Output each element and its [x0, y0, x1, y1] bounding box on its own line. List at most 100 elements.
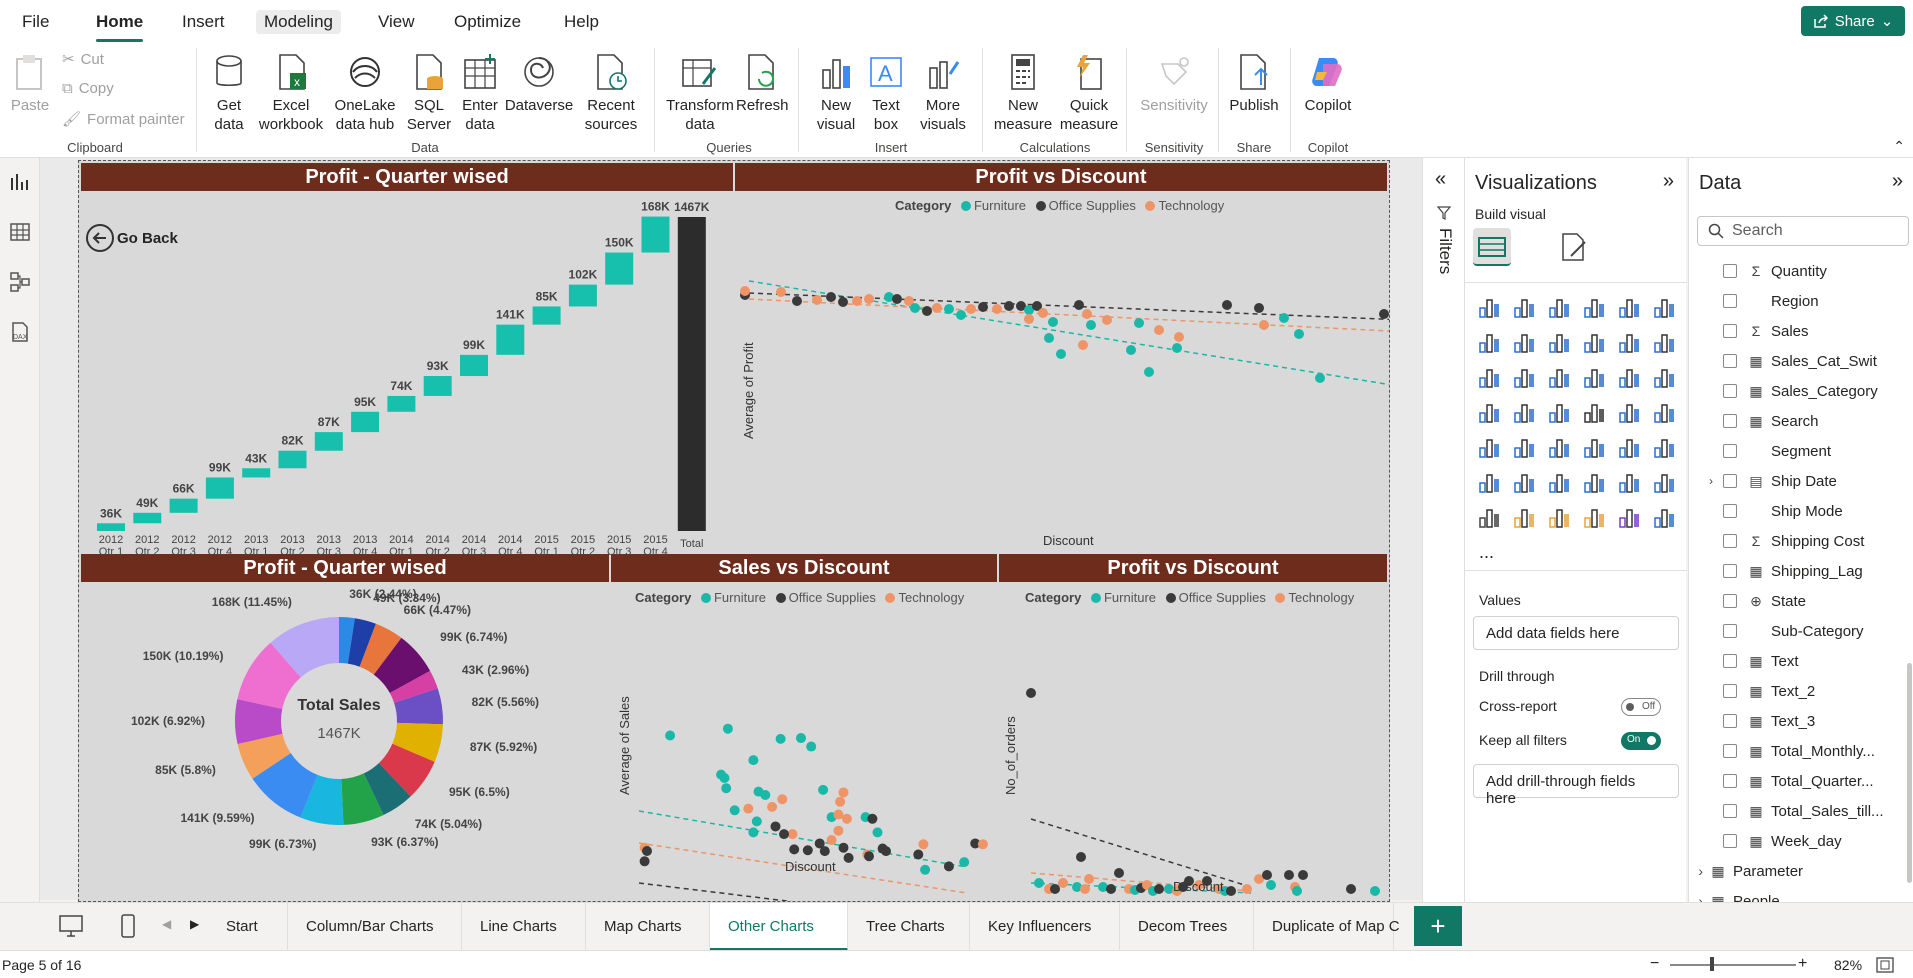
field-checkbox[interactable]	[1723, 804, 1737, 818]
scatter-point[interactable]	[910, 303, 920, 313]
share-button[interactable]: Share ⌄	[1801, 6, 1905, 36]
scatter-point[interactable]	[1024, 314, 1034, 324]
scatter-point[interactable]	[1346, 884, 1356, 894]
transform-data-button[interactable]: Transform data	[664, 52, 736, 134]
field-item[interactable]: ▦ Search	[1689, 406, 1913, 436]
scatter-point[interactable]	[913, 849, 924, 860]
collapse-viz-icon[interactable]: »	[1663, 170, 1674, 193]
scatter-point[interactable]	[922, 306, 932, 316]
scatter-point[interactable]	[1254, 303, 1264, 313]
scatter-point[interactable]	[748, 827, 759, 838]
cut-button[interactable]: ✂ Cut	[62, 50, 104, 69]
scatter-point[interactable]	[770, 821, 781, 832]
excel-workbook-button[interactable]: x Excel workbook	[256, 52, 326, 134]
scatter-point[interactable]	[1078, 340, 1088, 350]
scatter-point[interactable]	[1226, 886, 1236, 896]
field-checkbox[interactable]	[1723, 444, 1737, 458]
scatter-point[interactable]	[1370, 886, 1380, 896]
desktop-view-icon[interactable]	[58, 913, 84, 939]
page-tab[interactable]: Tree Charts	[848, 903, 970, 951]
stacked-bar-visual-icon[interactable]	[1477, 294, 1503, 320]
sql-server-button[interactable]: SQL Server	[404, 52, 454, 134]
funnel-visual-icon[interactable]	[1512, 364, 1538, 390]
scatter-point[interactable]	[1379, 309, 1389, 319]
waterfall-bar[interactable]	[133, 512, 162, 524]
decomp-tree-visual-icon[interactable]	[1512, 469, 1538, 495]
kpi-visual-icon[interactable]	[1477, 434, 1503, 460]
field-item[interactable]: Σ Sales	[1689, 316, 1913, 346]
field-item[interactable]: Σ Shipping Cost	[1689, 526, 1913, 556]
publish-button[interactable]: Publish	[1226, 52, 1282, 115]
qa-visual-icon[interactable]	[1547, 469, 1573, 495]
scatter-point[interactable]	[1084, 874, 1094, 884]
text-box-button[interactable]: A Text box	[864, 52, 908, 134]
page-tab[interactable]: Decom Trees	[1120, 903, 1254, 951]
legend-technology[interactable]: Technology	[1158, 198, 1224, 213]
waterfall-bar[interactable]	[314, 432, 343, 451]
scatter-point[interactable]	[642, 846, 652, 856]
paste-button[interactable]: Paste	[10, 52, 50, 115]
scatter-point[interactable]	[943, 861, 954, 872]
report-view-icon[interactable]	[8, 170, 32, 194]
legend-technology[interactable]: Technology	[898, 590, 964, 605]
scatter-point[interactable]	[1074, 300, 1084, 310]
treemap-visual-icon[interactable]	[1652, 364, 1678, 390]
enter-data-button[interactable]: Enter data	[458, 52, 502, 134]
field-item[interactable]: ▦ Shipping_Lag	[1689, 556, 1913, 586]
more-visual-visual-icon[interactable]	[1582, 504, 1608, 530]
narrative-visual-icon[interactable]	[1582, 469, 1608, 495]
page-tab[interactable]: Map Charts	[586, 903, 710, 951]
scatter-point[interactable]	[1266, 880, 1276, 890]
pie-visual-icon[interactable]	[1582, 364, 1608, 390]
dax-query-icon[interactable]: DAX	[8, 320, 32, 344]
field-item[interactable]: ▦ Sales_Cat_Swit	[1689, 346, 1913, 376]
scatter-point[interactable]	[826, 835, 837, 846]
scatter-point[interactable]	[1126, 345, 1136, 355]
new-visual-button[interactable]: New visual	[808, 52, 864, 134]
page-tab[interactable]: Start	[208, 903, 288, 951]
shape-map-visual-icon[interactable]	[1547, 504, 1573, 530]
matrix-visual-icon[interactable]	[1582, 434, 1608, 460]
field-checkbox[interactable]	[1723, 744, 1737, 758]
field-item[interactable]: ▦ Text	[1689, 646, 1913, 676]
scatter-point[interactable]	[966, 304, 976, 314]
zoom-slider-thumb[interactable]	[1710, 957, 1714, 971]
cross-report-toggle[interactable]: Off	[1621, 698, 1661, 716]
scatter-point[interactable]	[818, 784, 829, 795]
collapse-data-icon[interactable]: »	[1892, 170, 1903, 193]
field-item[interactable]: ▦ Total_Monthly...	[1689, 736, 1913, 766]
scatter-point[interactable]	[1044, 333, 1054, 343]
scroll-left-icon[interactable]: ◀	[162, 917, 171, 931]
donut-visual-icon[interactable]	[1617, 364, 1643, 390]
field-checkbox[interactable]	[1723, 774, 1737, 788]
dataverse-button[interactable]: Dataverse	[504, 52, 574, 115]
waterfall-bar[interactable]	[605, 252, 634, 285]
menu-insert[interactable]: Insert	[174, 10, 233, 34]
multi-row-card-visual-icon[interactable]	[1652, 399, 1678, 425]
field-checkbox[interactable]	[1723, 594, 1737, 608]
field-item[interactable]: Segment	[1689, 436, 1913, 466]
map-visual-icon[interactable]	[1477, 399, 1503, 425]
onelake-button[interactable]: OneLake data hub	[328, 52, 402, 134]
build-visual-tab[interactable]	[1473, 228, 1511, 266]
table-item[interactable]: › ▦ Parameter	[1689, 856, 1913, 886]
table-visual-icon[interactable]	[1547, 434, 1573, 460]
page-tab[interactable]: Duplicate of Map C	[1254, 903, 1400, 951]
field-checkbox[interactable]	[1723, 834, 1737, 848]
zoom-slider[interactable]	[1670, 964, 1796, 966]
scatter-point[interactable]	[789, 844, 800, 855]
scatter-point[interactable]	[852, 296, 862, 306]
field-item[interactable]: › ▤ Ship Date	[1689, 466, 1913, 496]
copy-button[interactable]: ⧉ Copy	[62, 80, 114, 97]
menu-file[interactable]: File	[14, 10, 57, 34]
recent-sources-button[interactable]: Recent sources	[578, 52, 644, 134]
waterfall-bar[interactable]	[387, 395, 416, 412]
card-visual-icon[interactable]	[1617, 399, 1643, 425]
waterfall-bar[interactable]	[423, 376, 452, 396]
keep-filters-toggle[interactable]: On	[1621, 732, 1661, 750]
add-page-button[interactable]: +	[1414, 906, 1462, 946]
scatter-point[interactable]	[1056, 349, 1066, 359]
refresh-button[interactable]: Refresh	[736, 52, 789, 115]
page-tab[interactable]: Column/Bar Charts	[288, 903, 462, 951]
scatter-point[interactable]	[767, 801, 778, 812]
